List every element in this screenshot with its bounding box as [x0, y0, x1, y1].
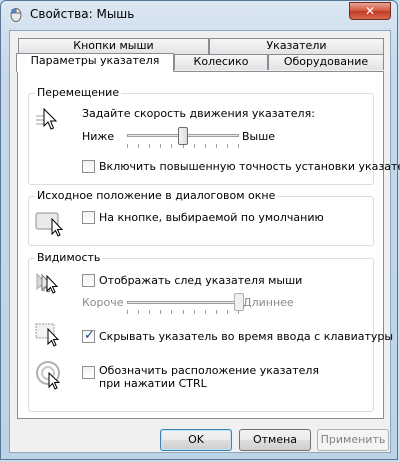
- slider-tick: [127, 144, 128, 148]
- apply-button[interactable]: Применить: [317, 429, 389, 451]
- tab-pointer-options[interactable]: Параметры указателя: [16, 53, 174, 72]
- trail-short-label: Короче: [82, 296, 124, 309]
- tab-hardware[interactable]: Оборудование: [268, 54, 384, 70]
- tab-pointers[interactable]: Указатели: [209, 38, 384, 54]
- trail-long-label: Длиннее: [243, 296, 294, 309]
- slider-tick: [171, 310, 172, 314]
- slider-tick: [127, 310, 128, 314]
- speed-fast-label: Выше: [242, 130, 276, 143]
- trails-label[interactable]: Отображать след указателя мыши: [99, 274, 302, 287]
- show-location-checkbox[interactable]: [82, 366, 95, 379]
- hide-pointer-icon: [35, 323, 60, 347]
- slider-tick: [138, 310, 139, 314]
- slider-tick: [160, 310, 161, 314]
- slider-tick: [138, 144, 139, 148]
- motion-group-title: Перемещение: [35, 86, 122, 99]
- title-bar[interactable]: Свойства: Мышь ✕: [1, 1, 397, 31]
- show-location-label[interactable]: Обозначить расположение указателя при на…: [99, 364, 329, 390]
- close-button[interactable]: ✕: [349, 2, 391, 20]
- slider-tick: [149, 310, 150, 314]
- ok-button[interactable]: OK: [160, 429, 232, 451]
- dialog-client-area: Кнопки мыши Указатели Параметры указател…: [9, 30, 400, 453]
- visibility-group-title: Видимость: [35, 251, 103, 264]
- snap-to-label[interactable]: На кнопке, выбираемой по умолчанию: [99, 211, 324, 224]
- precision-label[interactable]: Включить повышенную точность установки у…: [99, 160, 400, 173]
- pointer-options-panel: Перемещение Задайте скорость движения ук…: [17, 71, 400, 419]
- speed-slider-thumb[interactable]: [178, 127, 188, 145]
- snap-to-icon: [35, 212, 64, 237]
- slider-tick: [238, 144, 239, 148]
- speed-slow-label: Ниже: [82, 130, 115, 143]
- pointer-speed-icon: [36, 107, 58, 130]
- snap-to-group: Исходное положение в диалоговом окне На …: [28, 189, 374, 246]
- checkmark-icon: ✓: [84, 328, 95, 343]
- cancel-button[interactable]: Отмена: [239, 429, 311, 451]
- hide-pointer-label[interactable]: Скрывать указатель во время ввода с клав…: [99, 330, 393, 343]
- slider-tick: [183, 310, 184, 314]
- slider-tick: [194, 310, 195, 314]
- visibility-group: Видимость Отображать след указателя мыши…: [28, 251, 393, 412]
- slider-tick: [171, 144, 172, 148]
- hide-pointer-checkbox[interactable]: ✓: [82, 328, 95, 343]
- slider-tick: [216, 310, 217, 314]
- pointer-trails-icon: [36, 272, 59, 294]
- slider-tick: [216, 144, 217, 148]
- trails-checkbox[interactable]: [82, 274, 95, 287]
- mouse-properties-window: Свойства: Мышь ✕ Кнопки мыши Указатели П…: [0, 0, 400, 460]
- snap-to-group-title: Исходное положение в диалоговом окне: [35, 189, 278, 202]
- pointer-location-icon: [36, 361, 61, 390]
- trail-slider-ticks: [127, 310, 239, 314]
- tab-mouse-buttons[interactable]: Кнопки мыши: [18, 38, 209, 54]
- snap-to-checkbox[interactable]: [82, 211, 95, 224]
- slider-tick: [227, 144, 228, 148]
- speed-label: Задайте скорость движения указателя:: [82, 107, 315, 120]
- slider-tick: [160, 144, 161, 148]
- precision-checkbox[interactable]: [82, 160, 95, 173]
- close-icon: ✕: [364, 4, 376, 18]
- slider-tick: [205, 310, 206, 314]
- slider-tick: [194, 144, 195, 148]
- mouse-icon: [10, 8, 22, 22]
- slider-tick: [205, 144, 206, 148]
- window-title: Свойства: Мышь: [30, 7, 135, 21]
- motion-group: Перемещение Задайте скорость движения ук…: [28, 86, 400, 185]
- tab-wheel[interactable]: Колесико: [174, 54, 268, 70]
- slider-tick: [227, 310, 228, 314]
- trail-slider-track[interactable]: [127, 301, 239, 304]
- slider-tick: [149, 144, 150, 148]
